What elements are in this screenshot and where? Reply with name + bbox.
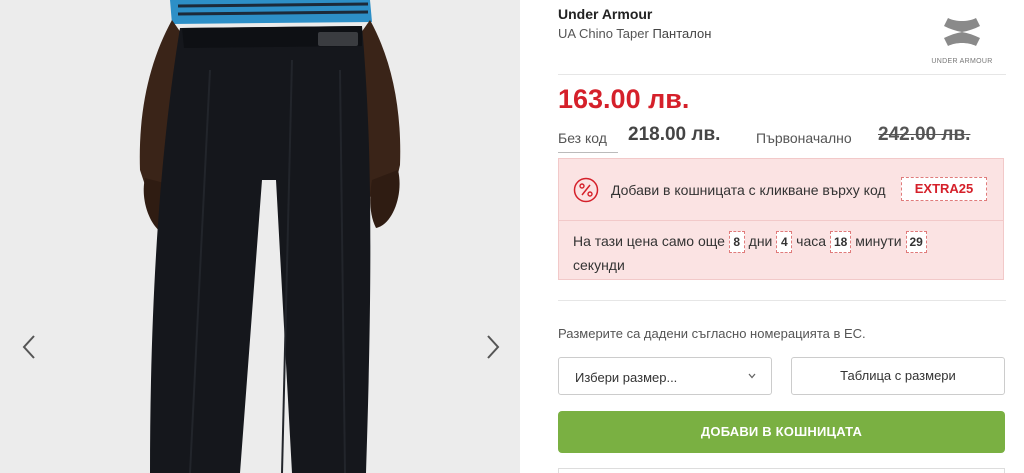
size-select-value: Избери размер... (575, 370, 678, 385)
chevron-down-icon (748, 373, 756, 379)
gallery-prev-button[interactable] (14, 330, 44, 364)
add-to-cart-button[interactable]: ДОБАВИ В КОШНИЦАТА (558, 411, 1005, 453)
product-gallery (0, 0, 520, 473)
countdown-minutes: 18 (829, 231, 852, 254)
brand-logo[interactable]: UNDER ARMOUR (920, 14, 1004, 70)
size-note: Размерите са дадени съгласно номерацията… (558, 326, 866, 341)
price-comparison: Без код 218.00 лв. Първоначално 242.00 л… (558, 124, 1006, 150)
product-info-panel: Under Armour UA Chino Taper Панталон UND… (558, 0, 1006, 473)
brand-logo-text: UNDER ARMOUR (931, 58, 993, 65)
countdown-minutes-label: минути (855, 233, 902, 249)
no-code-price: 218.00 лв. (628, 124, 721, 145)
countdown-seconds-label: секунди (573, 257, 625, 274)
promo-code-row: Добави в кошницата с кликване върху код … (559, 159, 1003, 221)
countdown-prefix: На тази цена само още (573, 233, 725, 249)
percent-icon (573, 177, 599, 203)
gallery-next-button[interactable] (478, 330, 508, 364)
size-table-button[interactable]: Таблица с размери (791, 357, 1005, 395)
product-subtitle: UA Chino Taper Панталон (558, 26, 711, 41)
divider (558, 74, 1006, 75)
product-photo (0, 0, 520, 473)
next-section-edge (558, 468, 1005, 473)
current-price: 163.00 лв. (558, 84, 690, 114)
promo-code-button[interactable]: EXTRA25 (901, 177, 987, 201)
size-select[interactable]: Избери размер... (558, 357, 772, 395)
countdown: На тази цена само още 8 дни 4 часа 18 ми… (573, 229, 993, 277)
no-code-label: Без код (558, 130, 607, 146)
divider (558, 300, 1006, 301)
product-category: Панталон (652, 26, 712, 41)
promo-text: Добави в кошницата с кликване върху код (611, 182, 886, 198)
product-model: UA Chino Taper (558, 26, 649, 41)
under-armour-logo-icon (944, 18, 980, 46)
chevron-right-icon (487, 335, 500, 359)
countdown-days-label: дни (748, 233, 773, 249)
divider (558, 152, 618, 153)
countdown-seconds: 29 (905, 231, 927, 254)
product-brand[interactable]: Under Armour (558, 6, 652, 22)
countdown-days: 8 (728, 231, 745, 254)
promo-box: Добави в кошницата с кликване върху код … (558, 158, 1004, 280)
chevron-left-icon (22, 335, 35, 359)
countdown-hours: 4 (776, 231, 793, 254)
original-price-label: Първоначално (756, 130, 852, 146)
countdown-hours-label: часа (796, 233, 827, 249)
original-price: 242.00 лв. (878, 124, 971, 145)
